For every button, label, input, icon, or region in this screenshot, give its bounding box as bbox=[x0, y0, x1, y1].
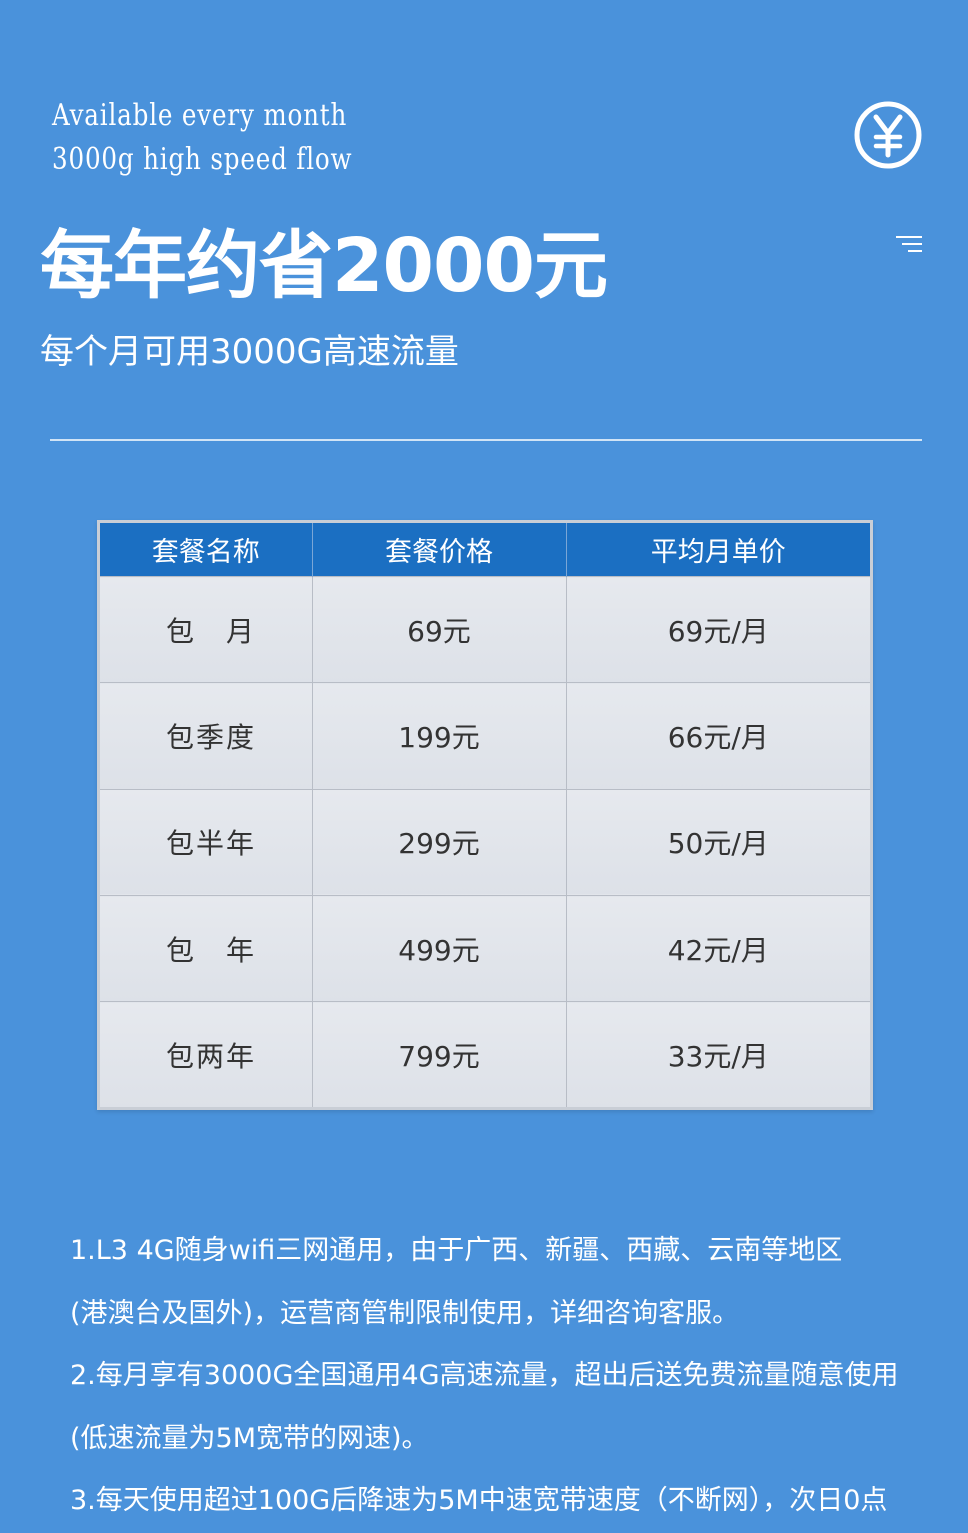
plan-price-cell: 499元 bbox=[312, 895, 567, 1002]
table-row: 包半年 299元 50元/月 bbox=[100, 788, 870, 896]
note-line: (港澳台及国外)，运营商管制限制使用，详细咨询客服。 bbox=[70, 1297, 740, 1329]
plan-price-cell: 199元 bbox=[312, 682, 567, 790]
price-table: 套餐名称 套餐价格 平均月单价 包 月 69元 69元/月 包季度 199元 6… bbox=[100, 523, 870, 1107]
monthly-price-cell: 69元/月 bbox=[566, 575, 870, 683]
monthly-price-cell: 33元/月 bbox=[566, 1001, 870, 1107]
tagline-line-1: Available every month bbox=[52, 98, 348, 133]
divider bbox=[50, 439, 922, 441]
plan-name-cell: 包 月 bbox=[100, 575, 313, 683]
plan-name-cell: 包半年 bbox=[100, 788, 313, 896]
monthly-price-cell: 66元/月 bbox=[566, 682, 870, 790]
plan-name-cell: 包 年 bbox=[100, 895, 313, 1002]
table-header-row: 套餐名称 套餐价格 平均月单价 bbox=[100, 523, 870, 577]
tagline-line-2: 3000g high speed flow bbox=[52, 142, 353, 177]
notes-section: 1.L3 4G随身wifi三网通用，由于广西、新疆、西藏、云南等地区 (港澳台及… bbox=[70, 1220, 910, 1533]
subheadline: 每个月可用3000G高速流量 bbox=[40, 332, 459, 372]
table-row: 包两年 799元 33元/月 bbox=[100, 1001, 870, 1107]
plan-price-cell: 299元 bbox=[312, 788, 567, 896]
monthly-price-cell: 42元/月 bbox=[566, 895, 870, 1002]
header-plan-price: 套餐价格 bbox=[312, 523, 567, 577]
plan-name-cell: 包季度 bbox=[100, 682, 313, 790]
table-row: 包 年 499元 42元/月 bbox=[100, 895, 870, 1002]
header-monthly-price: 平均月单价 bbox=[566, 523, 870, 577]
monthly-price-cell: 50元/月 bbox=[566, 788, 870, 896]
note-line: (低速流量为5M宽带的网速)。 bbox=[70, 1422, 429, 1454]
table-row: 包季度 199元 66元/月 bbox=[100, 682, 870, 790]
table-row: 包 月 69元 69元/月 bbox=[100, 575, 870, 683]
plan-name-cell: 包两年 bbox=[100, 1001, 313, 1107]
note-line: 3.每天使用超过100G后降速为5M中速宽带速度（不断网），次日0点 bbox=[70, 1485, 888, 1516]
yen-circle-icon bbox=[854, 101, 922, 169]
plan-price-cell: 69元 bbox=[312, 575, 567, 683]
tagline: Available every month 3000g high speed f… bbox=[52, 94, 352, 182]
price-table-container: 套餐名称 套餐价格 平均月单价 包 月 69元 69元/月 包季度 199元 6… bbox=[97, 520, 873, 1110]
menu-icon[interactable] bbox=[894, 234, 924, 256]
note-line: 2.每月享有3000G全国通用4G高速流量，超出后送免费流量随意使用 bbox=[70, 1360, 899, 1391]
headline: 每年约省2000元 bbox=[40, 223, 608, 309]
plan-price-cell: 799元 bbox=[312, 1001, 567, 1107]
header-plan-name: 套餐名称 bbox=[100, 523, 313, 577]
note-line: 1.L3 4G随身wifi三网通用，由于广西、新疆、西藏、云南等地区 bbox=[70, 1235, 843, 1266]
